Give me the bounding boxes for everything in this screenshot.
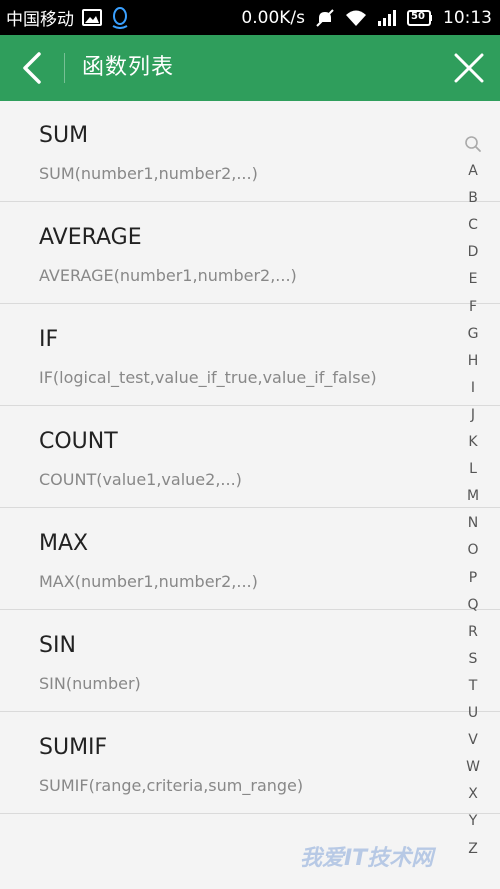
index-letter-g[interactable]: G <box>458 326 488 342</box>
function-row-sumif[interactable]: SUMIF SUMIF(range,criteria,sum_range) <box>0 713 500 814</box>
alphabet-index[interactable]: ABCDEFGHIJKLMNOPQRSTUVWXYZ <box>458 135 488 865</box>
index-letter-c[interactable]: C <box>458 217 488 233</box>
carrier-label: 中国移动 <box>6 10 74 30</box>
function-name: MAX <box>39 531 89 556</box>
function-name: IF <box>39 327 59 352</box>
index-letter-o[interactable]: O <box>458 542 488 558</box>
index-letter-r[interactable]: R <box>458 624 488 640</box>
index-letter-z[interactable]: Z <box>458 841 488 857</box>
status-bar: 中国移动 0.00K/s 50 10:13 <box>0 0 500 35</box>
function-row-if[interactable]: IF IF(logical_test,value_if_true,value_i… <box>0 305 500 406</box>
index-letter-w[interactable]: W <box>458 759 488 775</box>
index-letter-i[interactable]: I <box>458 380 488 396</box>
signal-icon <box>377 9 397 27</box>
function-name: COUNT <box>39 429 118 454</box>
index-letter-y[interactable]: Y <box>458 813 488 829</box>
index-letter-q[interactable]: Q <box>458 597 488 613</box>
close-button[interactable] <box>452 51 486 85</box>
index-letter-f[interactable]: F <box>458 299 488 315</box>
index-letter-b[interactable]: B <box>458 190 488 206</box>
mute-icon <box>315 8 335 28</box>
app-bar: 函数列表 <box>0 35 500 101</box>
function-name: AVERAGE <box>39 225 142 250</box>
function-signature: MAX(number1,number2,...) <box>39 572 258 591</box>
battery-icon: 50 <box>407 9 433 26</box>
function-signature: AVERAGE(number1,number2,...) <box>39 266 297 285</box>
function-row-sin[interactable]: SIN SIN(number) <box>0 611 500 712</box>
index-letter-x[interactable]: X <box>458 786 488 802</box>
index-letter-l[interactable]: L <box>458 461 488 477</box>
function-signature: SUM(number1,number2,...) <box>39 164 258 183</box>
close-icon <box>454 53 484 83</box>
function-list: SUM SUM(number1,number2,...) AVERAGE AVE… <box>0 101 500 821</box>
index-letter-s[interactable]: S <box>458 651 488 667</box>
function-name: SUM <box>39 123 89 148</box>
appbar-divider <box>64 53 65 83</box>
function-row-average[interactable]: AVERAGE AVERAGE(number1,number2,...) <box>0 203 500 304</box>
wifi-icon <box>345 9 367 27</box>
function-signature: IF(logical_test,value_if_true,value_if_f… <box>39 368 377 387</box>
index-letter-h[interactable]: H <box>458 353 488 369</box>
back-button[interactable] <box>14 49 50 87</box>
index-search-icon[interactable] <box>464 135 482 157</box>
function-row-sum[interactable]: SUM SUM(number1,number2,...) <box>0 101 500 202</box>
index-letter-j[interactable]: J <box>458 407 488 423</box>
index-letter-d[interactable]: D <box>458 244 488 260</box>
function-signature: SUMIF(range,criteria,sum_range) <box>39 776 304 795</box>
function-name: SUMIF <box>39 735 108 760</box>
image-icon <box>82 9 102 26</box>
index-letter-v[interactable]: V <box>458 732 488 748</box>
index-letter-e[interactable]: E <box>458 271 488 287</box>
function-row-count[interactable]: COUNT COUNT(value1,value2,...) <box>0 407 500 508</box>
watermark: 我爱IT技术网 <box>300 846 434 871</box>
index-letter-k[interactable]: K <box>458 434 488 450</box>
page-title: 函数列表 <box>82 55 175 80</box>
function-signature: COUNT(value1,value2,...) <box>39 470 242 489</box>
index-letter-p[interactable]: P <box>458 570 488 586</box>
index-letter-t[interactable]: T <box>458 678 488 694</box>
clock: 10:13 <box>443 7 492 28</box>
index-letter-n[interactable]: N <box>458 515 488 531</box>
function-row-max[interactable]: MAX MAX(number1,number2,...) <box>0 509 500 610</box>
chevron-left-icon <box>23 52 41 84</box>
index-letter-a[interactable]: A <box>458 163 488 179</box>
network-speed: 0.00K/s <box>241 7 305 28</box>
battery-level: 50 <box>411 10 425 22</box>
index-letter-m[interactable]: M <box>458 488 488 504</box>
index-letter-u[interactable]: U <box>458 705 488 721</box>
function-name: SIN <box>39 633 76 658</box>
qq-icon <box>110 6 130 29</box>
function-signature: SIN(number) <box>39 674 141 693</box>
